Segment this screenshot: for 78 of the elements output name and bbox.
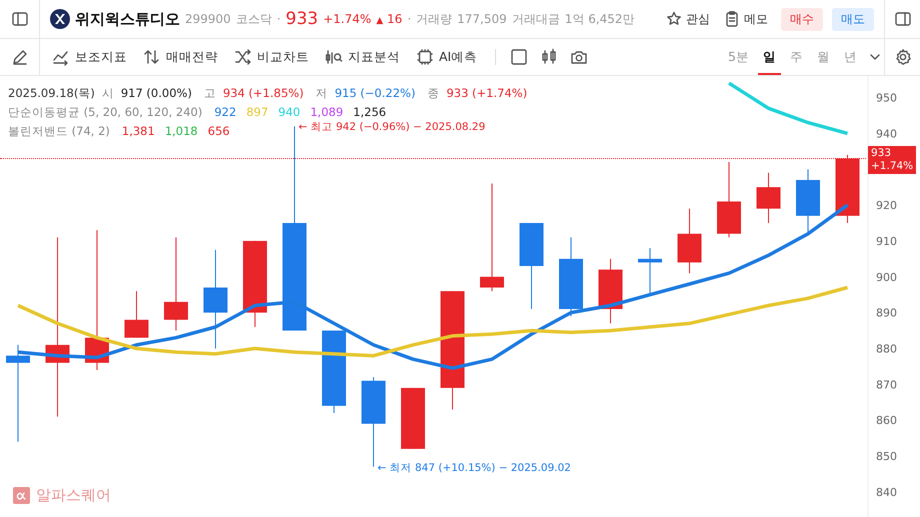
axis-tick-label: 850 (876, 450, 897, 464)
legend-value: 933 (+1.74%) (446, 85, 528, 102)
legend-value: 934 (+1.85%) (222, 85, 304, 102)
candlestick (401, 387, 425, 450)
indicator-value: 940 (278, 104, 300, 121)
legend-date: 2025.09.18(목) (8, 85, 95, 102)
candlestick (796, 168, 820, 234)
axis-tick-label: 880 (876, 342, 897, 356)
legend-value: 915 (−0.22%) (334, 85, 416, 102)
trade-amount-label: 거래대금 (512, 10, 560, 28)
candlestick (598, 258, 622, 324)
stock-code: 299900 (185, 12, 231, 26)
high-price-annotation: ← 최고 942 (−0.96%) − 2025.08.29 (298, 121, 486, 134)
pencil-icon (10, 48, 28, 66)
low-price-annotation: ← 최저 847 (+10.15%) − 2025.09.02 (378, 462, 571, 474)
chip-icon (416, 48, 434, 66)
square-icon (510, 48, 528, 66)
market-name: 코스닥 (236, 10, 272, 28)
sidebar-toggle-icon (10, 10, 28, 28)
stock-logo (50, 9, 70, 29)
indicator-value: 656 (208, 123, 230, 140)
legend-label: 저 (316, 85, 328, 102)
buy-button[interactable]: 매수 (781, 8, 823, 30)
legend-value: 917 (0.00%) (120, 85, 192, 102)
current-price-tag: 933 +1.74% (868, 146, 916, 174)
chevron-down-icon (870, 54, 880, 60)
trade-amount-value: 1억 6,452만 (564, 10, 635, 28)
axis-tick-label: 950 (876, 92, 897, 104)
toolbar-button[interactable]: 매매전략 (139, 48, 222, 66)
star-icon (665, 10, 683, 28)
axis-tick-label: 920 (876, 199, 897, 212)
axis-tick-label: 900 (876, 270, 897, 284)
legend-label: 종 (427, 85, 440, 102)
volume-value: 177,509 (457, 12, 507, 26)
separator-dot: · (407, 12, 412, 26)
indicator-value: 1,381 (122, 123, 155, 140)
indicator-label: 볼린저밴드 (74, 2) (8, 123, 110, 140)
crossing-arrows-icon (234, 48, 252, 66)
period-tab[interactable]: 일 (758, 39, 781, 75)
memo-button[interactable]: 메모 (719, 10, 772, 28)
candlestick (124, 290, 148, 338)
favorite-button[interactable]: 관심 (661, 10, 714, 28)
indicator-value: 1,256 (353, 104, 386, 121)
panel-toggle-icon (894, 10, 912, 28)
candlestick (678, 208, 702, 274)
indicator-value: 1,018 (164, 123, 198, 140)
toolbar-button[interactable]: AI예측 (412, 48, 482, 66)
axis-tick-label: 940 (876, 127, 897, 140)
axis-tick-label: 890 (876, 306, 897, 320)
volume-label: 거래량 (416, 10, 452, 28)
change-percent: +1.74% (323, 12, 372, 26)
chart-magnifier-icon (325, 48, 343, 66)
axis-tick-label: 870 (876, 378, 897, 392)
alpha-logo-icon (13, 487, 30, 504)
separator-dot: · (276, 12, 281, 26)
brand-name: 알파스퀘어 (36, 486, 111, 505)
settings-icon (894, 48, 912, 66)
candlestick (836, 154, 860, 224)
candlestick (638, 248, 662, 296)
toolbar-button[interactable]: 지표분석 (321, 48, 404, 66)
legend-label: 고 (204, 85, 216, 102)
indicator-label: 단순이동평균 (5, 20, 60, 120, 240) (8, 104, 202, 121)
indicator-value: 897 (246, 104, 268, 121)
sell-button[interactable]: 매도 (832, 8, 874, 30)
axis-tick-label: 860 (876, 414, 897, 428)
indicator-value: 1,089 (310, 104, 344, 121)
up-down-arrows-icon (143, 48, 161, 66)
axis-tick-label: 910 (876, 234, 897, 248)
axis-tick-label: 840 (876, 486, 897, 499)
indicator-value: 922 (214, 104, 236, 121)
candlestick-icon (540, 48, 558, 66)
stock-name: 위지윅스튜디오 (75, 10, 180, 28)
legend-label: 시 (102, 85, 114, 102)
toolbar-button[interactable]: 보조지표 (48, 48, 131, 66)
candlestick (756, 172, 780, 224)
toolbar-button[interactable]: 비교차트 (230, 48, 313, 66)
price-change: ▲ 16 (376, 12, 402, 26)
current-price: 933 (286, 9, 318, 29)
